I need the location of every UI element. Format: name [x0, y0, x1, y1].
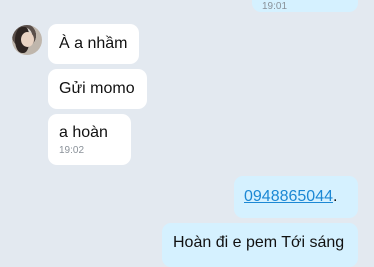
- message-bubble-incoming[interactable]: a hoàn 19:02: [48, 114, 131, 165]
- message-bubble-outgoing[interactable]: Hoàn đi e pem Tới sáng: [162, 223, 358, 267]
- message-text: À a nhầm: [59, 35, 128, 52]
- contact-avatar[interactable]: [12, 25, 42, 55]
- avatar-face: [21, 32, 34, 47]
- message-text: Gửi momo: [59, 80, 135, 97]
- message-bubble-outgoing[interactable]: 0948865044.: [234, 176, 358, 218]
- message-bubble-incoming[interactable]: Gửi momo: [48, 69, 147, 109]
- message-time: 19:01: [262, 1, 288, 12]
- message-text: a hoàn: [59, 124, 108, 141]
- message-text: Hoàn đi e pem Tới sáng: [173, 234, 345, 251]
- message-text-suffix: .: [332, 188, 338, 205]
- message-bubble-incoming[interactable]: À a nhầm: [48, 24, 139, 64]
- message-time: 19:02: [59, 145, 85, 156]
- phone-number-link[interactable]: 0948865044: [244, 188, 333, 205]
- message-bubble-outgoing[interactable]: 19:01: [252, 0, 358, 12]
